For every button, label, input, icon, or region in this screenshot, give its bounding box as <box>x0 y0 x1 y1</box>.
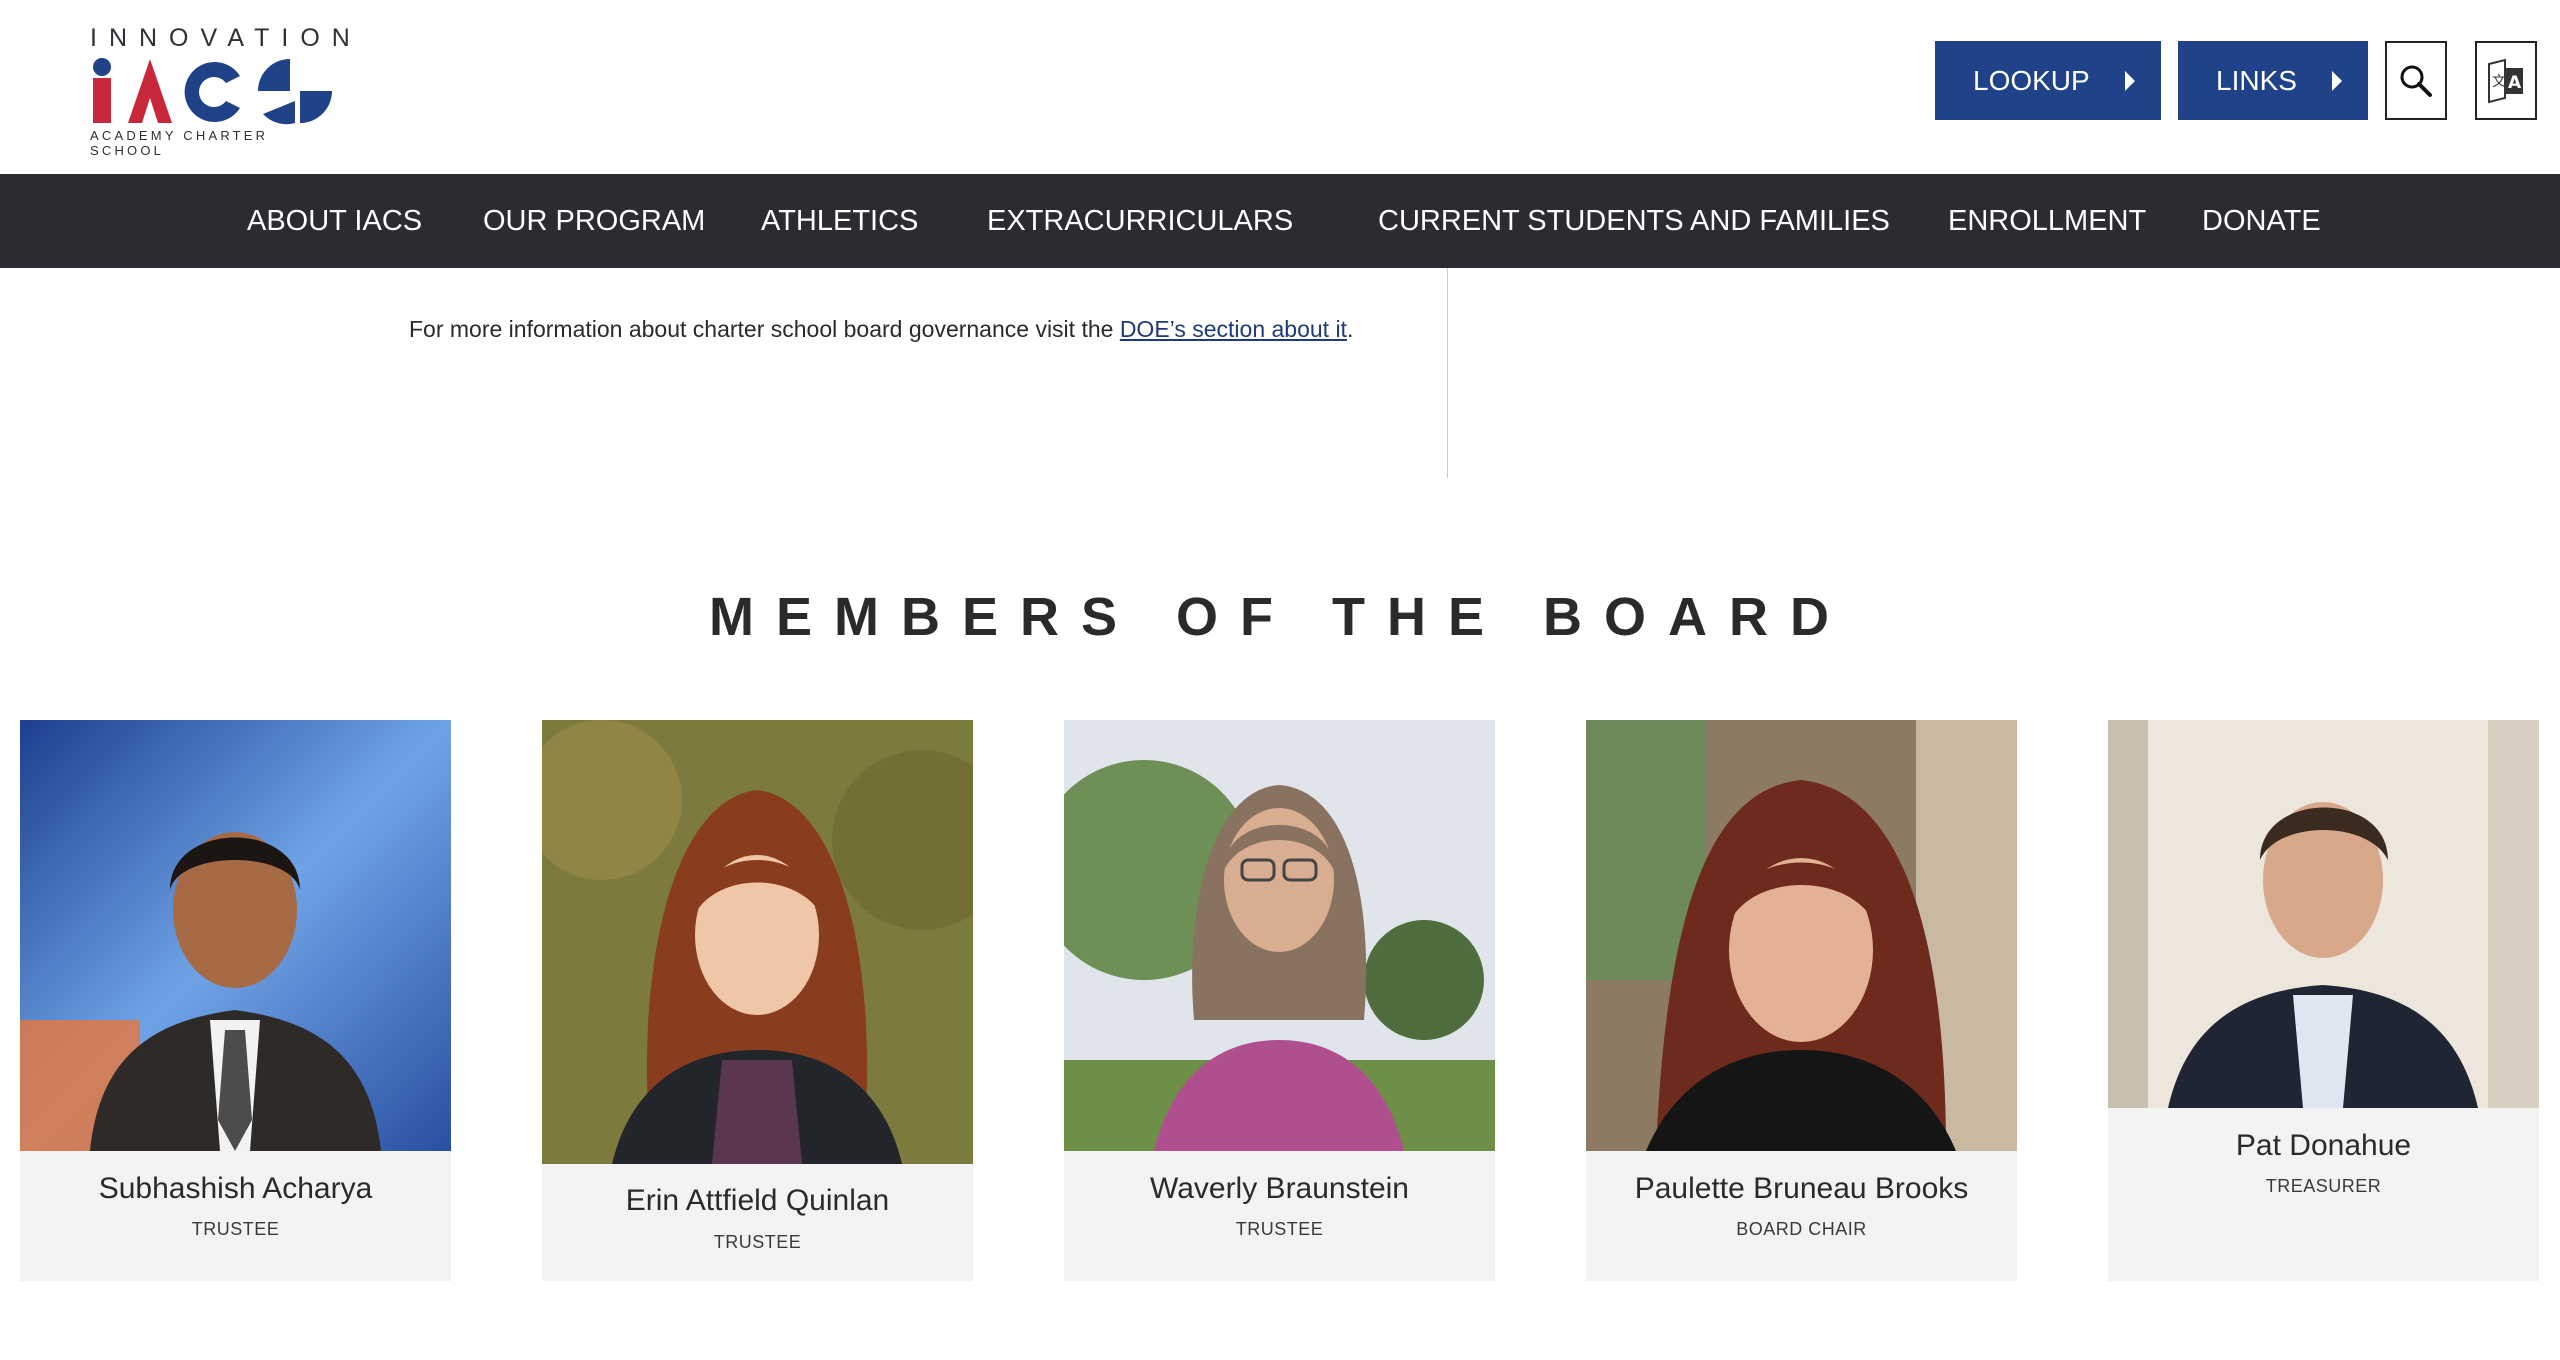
member-role: TRUSTEE <box>1235 1219 1324 1239</box>
member-role: TREASURER <box>2265 1176 2382 1196</box>
lookup-button[interactable]: LOOKUP <box>1935 41 2161 120</box>
links-button[interactable]: LINKS <box>2178 41 2368 120</box>
member-photo <box>20 720 451 1151</box>
member-role: TRUSTEE <box>713 1232 802 1252</box>
member-name: Waverly Braunstein <box>1150 1172 1409 1205</box>
member-name: Erin Attfield Quinlan <box>625 1184 890 1217</box>
svg-text:文: 文 <box>2492 74 2506 90</box>
board-member-card[interactable]: Pat Donahue TREASURER <box>2108 720 2539 1281</box>
member-name: Pat Donahue <box>2235 1129 2412 1162</box>
member-photo <box>2108 720 2539 1108</box>
caret-right-icon <box>2125 71 2135 91</box>
governance-info-suffix: . <box>1346 316 1354 342</box>
member-role: TRUSTEE <box>191 1219 280 1239</box>
governance-info-prefix: For more information about charter schoo… <box>409 316 1120 342</box>
main-navigation: ABOUT IACS OUR PROGRAM ATHLETICS EXTRACU… <box>0 174 2560 268</box>
board-section-title: MEMBERS OF THE BOARD <box>709 587 1851 647</box>
nav-item-athletics[interactable]: ATHLETICS <box>761 174 918 268</box>
logo-mark <box>93 58 332 125</box>
member-photo <box>542 720 973 1164</box>
board-member-card[interactable]: Subhashish Acharya TRUSTEE <box>20 720 451 1281</box>
search-button[interactable] <box>2385 41 2447 120</box>
column-divider <box>1447 268 1448 478</box>
member-photo <box>1064 720 1495 1151</box>
site-header: INNOVATION ACADEMY CHARTER SCHOOL LOOKUP… <box>0 0 2560 174</box>
svg-text:A: A <box>2508 73 2522 93</box>
caret-right-icon <box>2332 71 2342 91</box>
board-member-card[interactable]: Paulette Bruneau Brooks BOARD CHAIR <box>1586 720 2017 1281</box>
member-name: Paulette Bruneau Brooks <box>1634 1172 1969 1205</box>
search-icon <box>2400 65 2432 97</box>
board-member-card[interactable]: Waverly Braunstein TRUSTEE <box>1064 720 1495 1281</box>
nav-item-current-students-and-families[interactable]: CURRENT STUDENTS AND FAMILIES <box>1378 174 1890 268</box>
translate-button[interactable]: 文 A <box>2475 41 2537 120</box>
translate-icon: 文 A <box>2488 58 2523 103</box>
nav-item-enrollment[interactable]: ENROLLMENT <box>1948 174 2146 268</box>
nav-item-about-iacs[interactable]: ABOUT IACS <box>247 174 422 268</box>
member-photo <box>1586 720 2017 1151</box>
nav-item-donate[interactable]: DONATE <box>2202 174 2321 268</box>
links-button-label: LINKS <box>2216 64 2297 96</box>
nav-item-our-program[interactable]: OUR PROGRAM <box>483 174 705 268</box>
logo-top-text: INNOVATION <box>90 24 362 52</box>
member-role: BOARD CHAIR <box>1736 1219 1867 1239</box>
nav-item-extracurriculars[interactable]: EXTRACURRICULARS <box>987 174 1293 268</box>
board-member-card[interactable]: Erin Attfield Quinlan TRUSTEE <box>542 720 973 1281</box>
school-logo[interactable]: INNOVATION ACADEMY CHARTER SCHOOL <box>90 24 362 158</box>
governance-info-text: For more information about charter schoo… <box>409 316 1353 343</box>
doe-section-link[interactable]: DOE’s section about it <box>1120 316 1347 342</box>
logo-bottom-text: ACADEMY CHARTER SCHOOL <box>90 128 269 158</box>
member-name: Subhashish Acharya <box>98 1172 373 1205</box>
lookup-button-label: LOOKUP <box>1973 64 2090 96</box>
